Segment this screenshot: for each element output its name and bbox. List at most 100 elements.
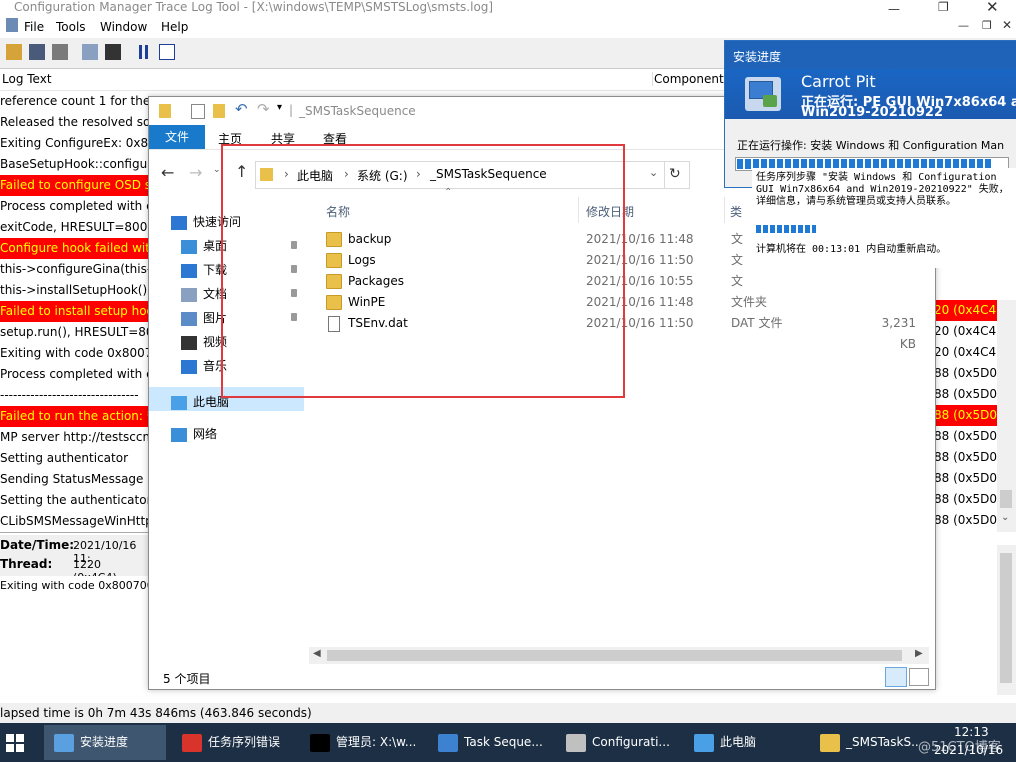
log-view-icon[interactable] bbox=[159, 44, 175, 60]
log-row[interactable]: Released the resolved sou bbox=[0, 112, 148, 133]
taskbar-item-label: 管理员: X:\w... bbox=[336, 735, 417, 749]
thread-cell: 20 (0x4C4) bbox=[934, 300, 997, 321]
taskbar-item-label: 任务序列错误 bbox=[208, 735, 281, 749]
cmtrace-title: Configuration Manager Trace Log Tool - [… bbox=[14, 0, 494, 14]
thread-cell: 88 (0x5D0) bbox=[934, 429, 997, 443]
tab-file[interactable]: 文件 bbox=[149, 125, 205, 149]
taskbar-item-label: Task Seque... bbox=[464, 735, 543, 749]
scroll-left-icon[interactable]: ◀ bbox=[313, 648, 321, 659]
thread-cell: 88 (0x5D0) bbox=[934, 387, 997, 401]
log-row[interactable]: Process completed with ex bbox=[0, 196, 148, 217]
taskbar-item[interactable]: 安装进度 bbox=[44, 725, 166, 760]
column-divider[interactable] bbox=[724, 197, 725, 223]
find-icon[interactable] bbox=[105, 44, 121, 60]
taskbar-item[interactable]: 管理员: X:\w... bbox=[300, 725, 422, 760]
date-label: Date/Time: bbox=[0, 538, 75, 552]
horizontal-scrollbar[interactable]: ◀ ▶ bbox=[309, 647, 929, 664]
details-view-icon[interactable] bbox=[885, 667, 907, 687]
pause-icon[interactable] bbox=[136, 44, 152, 60]
log-row[interactable]: exitCode, HRESULT=80070 bbox=[0, 217, 148, 238]
redo-icon[interactable]: ↷ bbox=[257, 100, 270, 118]
col-component[interactable]: Component bbox=[652, 72, 724, 86]
menu-file[interactable]: File bbox=[24, 20, 44, 34]
error-line-1: 任务序列步骤 "安装 Windows 和 Configuration bbox=[756, 172, 997, 183]
log-row[interactable]: reference count 1 for the s bbox=[0, 91, 148, 112]
taskbar-item-icon bbox=[438, 733, 458, 752]
log-row[interactable]: this->installSetupHook(), H bbox=[0, 280, 148, 301]
taskbar-item[interactable]: 任务序列错误 bbox=[172, 725, 294, 760]
refresh-icon: ↻ bbox=[669, 166, 681, 182]
col-type[interactable]: 类 bbox=[730, 203, 742, 220]
recent-dropdown-icon[interactable]: ⌄ bbox=[213, 165, 221, 175]
thread-cell: 88 (0x5D0) bbox=[934, 513, 997, 527]
log-row[interactable]: BaseSetupHook::configure bbox=[0, 154, 148, 175]
taskbar-item[interactable]: _SMSTaskS... bbox=[810, 725, 920, 760]
cmtrace-column-header: Log Text Component bbox=[0, 69, 724, 91]
taskbar-item[interactable]: Configurati... bbox=[556, 725, 678, 760]
mdi-minimize-icon[interactable]: — bbox=[958, 19, 969, 32]
folder-icon bbox=[159, 104, 171, 118]
explorer-title: _SMSTaskSequence bbox=[299, 104, 416, 118]
menu-help[interactable]: Help bbox=[161, 20, 188, 34]
log-row[interactable]: CLibSMSMessageWinHttpT bbox=[0, 511, 148, 532]
minimize-icon[interactable]: — bbox=[888, 2, 900, 16]
save-icon[interactable] bbox=[29, 44, 45, 60]
explorer-statusbar: 5 个项目 bbox=[149, 665, 935, 689]
back-icon[interactable]: ← bbox=[161, 163, 174, 182]
log-row[interactable]: Failed to install setup hook bbox=[0, 301, 148, 322]
log-row[interactable]: this->configureGina(this-> bbox=[0, 259, 148, 280]
address-dropdown-icon[interactable]: ⌄ bbox=[649, 166, 658, 179]
large-icons-view-icon[interactable] bbox=[909, 668, 929, 686]
nav-item-icon bbox=[181, 239, 197, 254]
start-button[interactable] bbox=[6, 734, 24, 752]
nav-item-icon bbox=[181, 287, 197, 302]
taskbar-item[interactable]: Task Seque... bbox=[428, 725, 550, 760]
menu-tools[interactable]: Tools bbox=[56, 20, 86, 34]
thread-cell: 88 (0x5D0) bbox=[934, 450, 997, 464]
log-row[interactable]: Setting the authenticator. bbox=[0, 490, 148, 511]
log-row[interactable]: Configure hook failed with bbox=[0, 238, 148, 259]
properties-icon[interactable] bbox=[191, 104, 205, 119]
scroll-thumb[interactable] bbox=[327, 650, 902, 661]
cmtrace-log-list[interactable]: reference count 1 for the s Released the … bbox=[0, 91, 148, 535]
log-row[interactable]: Exiting ConfigureEx: 0x800 bbox=[0, 133, 148, 154]
file-type: 文 bbox=[731, 274, 744, 288]
log-row[interactable]: MP server http://testsccm. bbox=[0, 427, 148, 448]
mdi-close-icon[interactable]: ✕ bbox=[1002, 18, 1012, 32]
close-icon[interactable]: ✕ bbox=[986, 0, 999, 16]
log-row[interactable]: -------------------------------- bbox=[0, 385, 148, 406]
forward-icon[interactable]: → bbox=[189, 163, 202, 182]
log-row[interactable]: Sending StatusMessage bbox=[0, 469, 148, 490]
error-line-2: GUI Win7x86x64 and Win2019-20210922" 失败， bbox=[756, 184, 1009, 195]
running-line2: Win2019-20210922 bbox=[801, 105, 943, 120]
col-log-text[interactable]: Log Text bbox=[2, 72, 52, 86]
nav-item[interactable]: 网络 bbox=[171, 423, 301, 445]
log-row[interactable]: Process completed with ex bbox=[0, 364, 148, 385]
log-row[interactable]: Exiting with code 0x80070 bbox=[0, 343, 148, 364]
file-type: 文 bbox=[731, 232, 744, 246]
scroll-right-icon[interactable]: ▶ bbox=[915, 648, 923, 659]
log-row[interactable]: Failed to configure OSD se bbox=[0, 175, 148, 196]
taskbar-item[interactable]: 此电脑 bbox=[684, 725, 806, 760]
refresh-button[interactable]: ↻ bbox=[663, 161, 690, 189]
log-row[interactable]: setup.run(), HRESULT=800 bbox=[0, 322, 148, 343]
undo-icon[interactable]: ↶ bbox=[235, 100, 248, 118]
qat-dropdown-icon[interactable]: ▾ bbox=[277, 102, 282, 113]
watermark: @51CTO博客 bbox=[918, 740, 1001, 755]
copy-icon[interactable] bbox=[82, 44, 98, 60]
print-icon[interactable] bbox=[52, 44, 68, 60]
log-row[interactable]: Setting authenticator bbox=[0, 448, 148, 469]
detail-vscroll[interactable] bbox=[997, 545, 1016, 695]
log-row[interactable]: Failed to run the action: 安 bbox=[0, 406, 148, 427]
taskbar-item-label: Configurati... bbox=[592, 735, 670, 749]
restore-icon[interactable]: ❐ bbox=[938, 0, 949, 14]
open-icon[interactable] bbox=[6, 44, 22, 60]
mdi-restore-icon[interactable]: ❐ bbox=[982, 19, 992, 32]
menu-window[interactable]: Window bbox=[100, 20, 147, 34]
nav-item-label: 网络 bbox=[193, 427, 218, 441]
cmtrace-vscroll[interactable]: ⌄ bbox=[997, 300, 1016, 532]
splitter[interactable] bbox=[0, 532, 148, 533]
error-message-box: 任务序列步骤 "安装 Windows 和 Configuration GUI W… bbox=[752, 168, 1016, 268]
new-folder-icon[interactable] bbox=[213, 104, 225, 118]
scroll-down-icon[interactable]: ⌄ bbox=[1001, 512, 1009, 523]
